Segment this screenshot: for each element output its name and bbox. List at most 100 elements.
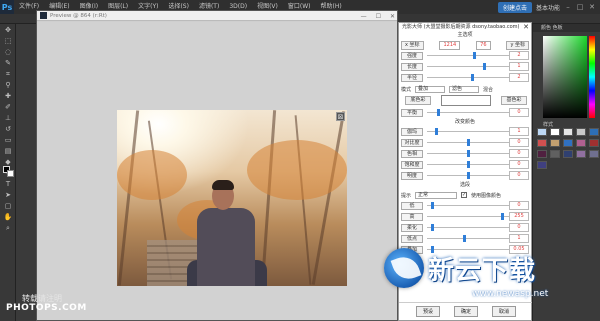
- slider-thumb[interactable]: [467, 139, 470, 146]
- minimize-icon[interactable]: –: [564, 3, 572, 11]
- slider-track[interactable]: [427, 131, 509, 132]
- style-swatch[interactable]: [589, 128, 599, 136]
- type-tool-icon[interactable]: T: [1, 179, 15, 189]
- slider-thumb[interactable]: [436, 109, 440, 116]
- style-swatch[interactable]: [576, 150, 586, 158]
- style-swatch[interactable]: [537, 150, 547, 158]
- slider-thumb[interactable]: [467, 150, 470, 157]
- mode-label: 模式: [401, 86, 412, 93]
- path-select-icon[interactable]: ➤: [1, 190, 15, 200]
- eraser-tool-icon[interactable]: ▭: [1, 135, 15, 145]
- slider-value-input[interactable]: 1: [509, 127, 529, 136]
- section-change-color: 改变颜色: [454, 119, 475, 125]
- color-row: 底色彩 基色彩: [401, 95, 529, 107]
- style-swatch[interactable]: [589, 150, 599, 158]
- canvas-area[interactable]: ⊠: [37, 22, 397, 320]
- shape-tool-icon[interactable]: ▢: [1, 201, 15, 211]
- watermark-site: PHOTOPS.COM: [6, 303, 87, 313]
- y-coordinate-input[interactable]: 76: [476, 40, 491, 50]
- eyedropper-tool-icon[interactable]: ⚲: [1, 80, 15, 90]
- slider-thumb[interactable]: [471, 74, 474, 81]
- marquee-tool-icon[interactable]: ⬚: [1, 36, 15, 46]
- slider-row: 饱和度 0: [401, 160, 529, 170]
- mode-select-secondary[interactable]: 滤色: [449, 85, 480, 93]
- color-panel-tab[interactable]: 颜色 色板: [533, 24, 600, 32]
- slider-label: 强度: [401, 52, 423, 60]
- x-coordinate-input[interactable]: 1214: [439, 40, 461, 50]
- doc-minimize-icon[interactable]: —: [361, 13, 367, 20]
- slider-thumb[interactable]: [435, 128, 438, 135]
- history-brush-icon[interactable]: ↺: [1, 124, 15, 134]
- slider-track[interactable]: [427, 227, 509, 228]
- healing-tool-icon[interactable]: ✚: [1, 91, 15, 101]
- document-titlebar[interactable]: Preview @ 864 (r:Rt) — ☐ ✕: [37, 11, 397, 21]
- style-swatch[interactable]: [550, 139, 560, 147]
- base-color-button[interactable]: 底色彩: [405, 96, 431, 105]
- brush-tool-icon[interactable]: ✐: [1, 102, 15, 112]
- style-swatch[interactable]: [576, 128, 586, 136]
- zoom-tool-icon[interactable]: ⌕: [1, 223, 15, 233]
- doc-maximize-icon[interactable]: ☐: [376, 13, 381, 20]
- gradient-tool-icon[interactable]: ▤: [1, 146, 15, 156]
- color-picker-field[interactable]: [543, 36, 587, 118]
- style-swatch[interactable]: [550, 128, 560, 136]
- style-swatch[interactable]: [576, 139, 586, 147]
- use-image-color-checkbox[interactable]: ✓: [461, 192, 468, 198]
- slider-track[interactable]: [427, 216, 509, 217]
- slider-thumb[interactable]: [473, 52, 477, 59]
- slider-value-input[interactable]: 0: [509, 138, 529, 147]
- slider-value-input[interactable]: 255: [509, 212, 529, 221]
- style-swatch[interactable]: [537, 161, 547, 169]
- close-icon[interactable]: ✕: [588, 3, 596, 11]
- workspace-selector[interactable]: 基本功能: [536, 3, 560, 12]
- slider-value-input[interactable]: 1: [509, 62, 529, 71]
- tint-color-button[interactable]: 基色彩: [501, 96, 527, 105]
- slider-track[interactable]: [427, 66, 509, 67]
- slider-thumb[interactable]: [483, 63, 486, 70]
- styles-panel-tab[interactable]: 样式: [543, 121, 553, 128]
- hand-tool-icon[interactable]: ✋: [1, 212, 15, 222]
- move-tool-icon[interactable]: ✥: [1, 25, 15, 35]
- person-body: [197, 208, 255, 286]
- style-swatch[interactable]: [537, 128, 547, 136]
- mode-select[interactable]: 叠加: [415, 85, 446, 93]
- stamp-tool-icon[interactable]: ⊥: [1, 113, 15, 123]
- light-source-marker-icon[interactable]: ⊠: [336, 112, 345, 121]
- slider-value-input[interactable]: 0: [509, 149, 529, 158]
- slider-value-input[interactable]: 0: [509, 160, 529, 169]
- slider-value-input[interactable]: 2: [509, 51, 529, 60]
- background-color-swatch[interactable]: [7, 170, 14, 177]
- style-swatch[interactable]: [563, 128, 573, 136]
- slider-value-input[interactable]: 0: [509, 171, 529, 180]
- slider-value-input[interactable]: 0: [509, 201, 529, 210]
- slider-thumb[interactable]: [467, 172, 470, 179]
- login-button[interactable]: 创建点击: [497, 1, 532, 13]
- maximize-icon[interactable]: □: [576, 3, 584, 11]
- slider-value-input[interactable]: 0: [509, 223, 529, 232]
- lasso-tool-icon[interactable]: ◌: [1, 47, 15, 57]
- slider-thumb[interactable]: [500, 213, 504, 220]
- slider-value-input[interactable]: 0: [509, 108, 529, 117]
- slider-track[interactable]: [427, 77, 509, 78]
- slider-thumb[interactable]: [431, 202, 434, 209]
- style-swatch[interactable]: [550, 150, 560, 158]
- quick-select-tool-icon[interactable]: ✎: [1, 58, 15, 68]
- plugin-close-icon[interactable]: ✕: [523, 23, 529, 32]
- crop-tool-icon[interactable]: ⌗: [1, 69, 15, 79]
- style-swatch[interactable]: [537, 139, 547, 147]
- hue-slider[interactable]: [589, 36, 595, 118]
- photo-preview[interactable]: ⊠: [117, 110, 347, 286]
- style-swatch[interactable]: [563, 150, 573, 158]
- doc-close-icon[interactable]: ✕: [390, 13, 395, 20]
- slider-track[interactable]: [427, 55, 509, 56]
- slider-track[interactable]: [427, 205, 509, 206]
- slider-thumb[interactable]: [431, 224, 434, 231]
- blend-select[interactable]: 正常: [415, 191, 458, 199]
- style-swatch[interactable]: [563, 139, 573, 147]
- slider-value-input[interactable]: 2: [509, 73, 529, 82]
- foliage: [117, 150, 187, 200]
- slider-thumb[interactable]: [467, 161, 470, 168]
- style-swatch[interactable]: [589, 139, 599, 147]
- color-preview-swatch[interactable]: [441, 95, 491, 106]
- slider-row: 高 255: [401, 212, 529, 222]
